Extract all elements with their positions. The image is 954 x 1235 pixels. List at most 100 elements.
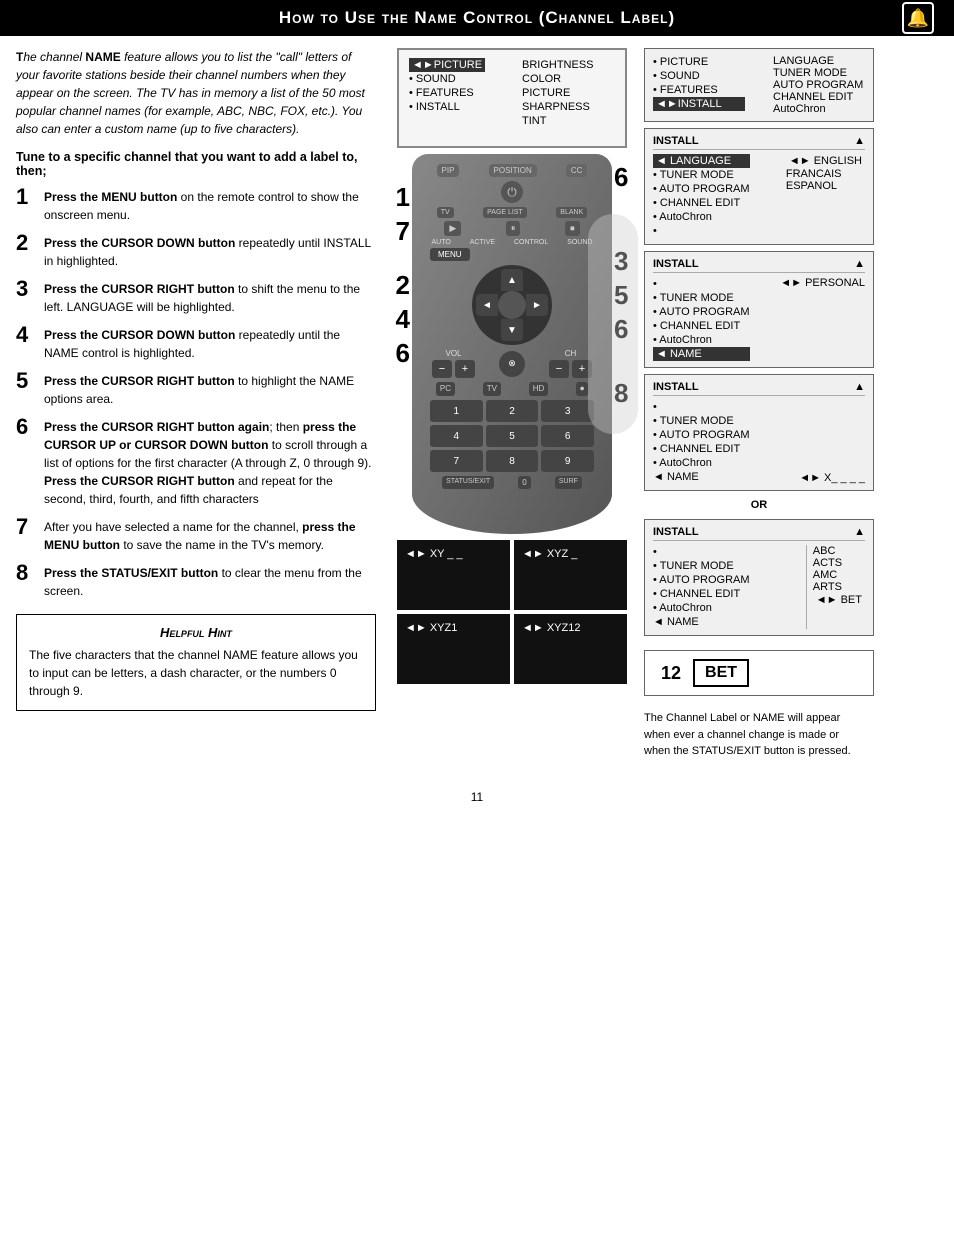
install-title-2: INSTALL ▲ <box>653 258 865 273</box>
install2-name: ◄ NAME <box>653 347 750 361</box>
panel-xyz12-text: ◄► XYZ12 <box>522 622 580 634</box>
install3-x: ◄► X_ _ _ _ <box>799 472 865 484</box>
page-number: 11 <box>0 782 954 812</box>
install2-autochron: • AutoChron <box>653 333 750 347</box>
step-text-6: Press the CURSOR RIGHT button again; the… <box>44 418 376 508</box>
remote-blank-btn[interactable]: BLANK <box>556 207 587 218</box>
step-6: 6 Press the CURSOR RIGHT button again; t… <box>16 418 376 508</box>
step-num-1: 1 <box>16 186 36 208</box>
remote-stop-btn[interactable]: ⏹ <box>565 221 580 236</box>
install-screen-1: INSTALL ▲ ◄ LANGUAGE • TUNER MODE • AUTO… <box>644 128 874 245</box>
step-num-8: 8 <box>16 562 36 584</box>
install4-name: ◄ NAME <box>653 615 750 629</box>
channel-label-display: 12 BET <box>644 650 874 696</box>
ms2-language: LANGUAGE <box>773 55 865 67</box>
remote-auto-btn[interactable]: AUTO <box>431 239 450 246</box>
install4-acts: ACTS <box>813 557 865 569</box>
vol-label: VOL <box>445 349 461 358</box>
install2-tuner: • TUNER MODE <box>653 291 750 305</box>
remote-dpad-center[interactable] <box>498 291 526 319</box>
header-icon: 🔔 <box>902 2 934 34</box>
remote-hd-btn[interactable]: HD <box>529 382 549 396</box>
ms2-install: ◄►INSTALL <box>653 97 745 111</box>
step-7: 7 After you have selected a name for the… <box>16 518 376 554</box>
remote-pause-btn[interactable]: ⏸ <box>506 221 521 236</box>
remote-btn-6[interactable]: 6 <box>541 425 594 447</box>
remote-pc-btn[interactable]: PC <box>436 382 455 396</box>
remote-btn-0[interactable]: 0 <box>518 476 530 489</box>
step-text-3: Press the CURSOR RIGHT button to shift t… <box>44 280 376 316</box>
remote-tv-src-btn[interactable]: TV <box>483 382 501 396</box>
vol-down-btn[interactable]: − <box>432 360 452 378</box>
remote-dpad-right[interactable]: ► <box>526 294 548 316</box>
vol-up-btn[interactable]: + <box>455 360 475 378</box>
remote-play-btn[interactable]: ▶ <box>444 221 461 236</box>
step-4: 4 Press the CURSOR DOWN button repeatedl… <box>16 326 376 362</box>
ch-down-btn[interactable]: − <box>549 360 569 378</box>
page: How to Use the Name Control (Channel Lab… <box>0 0 954 1235</box>
install3-tuner: • TUNER MODE <box>653 414 750 428</box>
tv-screen-1: ◄►PICTURE • SOUND • FEATURES • INSTALL B… <box>397 48 627 148</box>
remote-menu-btn[interactable]: MENU <box>430 248 470 261</box>
install2-dot: • <box>653 277 750 291</box>
remote-dpad: ▲ ▼ ◄ ► <box>472 265 552 345</box>
remote-control-lbl: CONTROL <box>514 239 548 246</box>
install2-personal: ◄► PERSONAL <box>780 277 865 289</box>
install3-auto: • AUTO PROGRAM <box>653 428 750 442</box>
install3-channel: • CHANNEL EDIT <box>653 442 750 456</box>
remote-dpad-up[interactable]: ▲ <box>501 269 523 291</box>
install4-arts: ARTS <box>813 581 865 593</box>
gray-shaded-decoration <box>588 214 638 434</box>
menu-install: • INSTALL <box>409 100 502 114</box>
ms2-auto: AUTO PROGRAM <box>773 79 865 91</box>
remote-btn-4[interactable]: 4 <box>430 425 483 447</box>
step-text-4: Press the CURSOR DOWN button repeatedly … <box>44 326 376 362</box>
step-text-8: Press the STATUS/EXIT button to clear th… <box>44 564 376 600</box>
far-right-column: • PICTURE • SOUND • FEATURES ◄►INSTALL L… <box>644 48 874 760</box>
step-5: 5 Press the CURSOR RIGHT button to highl… <box>16 372 376 408</box>
panel-xy: ◄► XY _ _ <box>397 540 510 610</box>
page-title: How to Use the Name Control (Channel Lab… <box>279 8 675 28</box>
remote-btn-8[interactable]: 8 <box>486 450 539 472</box>
remote-record-btn[interactable]: ⏺ <box>576 382 588 396</box>
remote-power-btn[interactable]: ⏻ <box>501 181 523 203</box>
left-column: The channel NAME feature allows you to l… <box>16 48 376 760</box>
step-num-left-4: 4 <box>396 306 410 332</box>
step-num-right-6: 6 <box>614 164 628 190</box>
remote-btn-9[interactable]: 9 <box>541 450 594 472</box>
center-column: ◄►PICTURE • SOUND • FEATURES • INSTALL B… <box>392 48 632 760</box>
remote-cc-btn[interactable]: CC <box>566 164 588 177</box>
remote-position-btn[interactable]: POSITION <box>489 164 537 177</box>
step-num-6: 6 <box>16 416 36 438</box>
remote-status-btn[interactable]: STATUS/EXIT <box>442 476 494 489</box>
hint-box: Helpful Hint The five characters that th… <box>16 614 376 711</box>
remote-tv-btn[interactable]: TV <box>437 207 454 218</box>
panel-xyz-text: ◄► XYZ _ <box>522 548 577 560</box>
menu-color: COLOR <box>522 72 615 86</box>
remote-pip-btn[interactable]: PIP <box>437 164 460 177</box>
step-text-1: Press the MENU button on the remote cont… <box>44 188 376 224</box>
step-num-4: 4 <box>16 324 36 346</box>
remote-btn-5[interactable]: 5 <box>486 425 539 447</box>
remote-active-btn[interactable]: ACTIVE <box>470 239 495 246</box>
remote-btn-7[interactable]: 7 <box>430 450 483 472</box>
remote-btn-1[interactable]: 1 <box>430 400 483 422</box>
remote-surf-btn[interactable]: SURF <box>555 476 582 489</box>
remote-dpad-down[interactable]: ▼ <box>501 319 523 341</box>
remote-btn-2[interactable]: 2 <box>486 400 539 422</box>
install3-name: ◄ NAME <box>653 470 750 484</box>
channel-number: 12 <box>661 663 681 684</box>
remote-pagelist-btn[interactable]: PAGE LIST <box>483 207 527 218</box>
install-title-4: INSTALL ▲ <box>653 526 865 541</box>
install-screen-2: INSTALL ▲ • • TUNER MODE • AUTO PROGRAM … <box>644 251 874 368</box>
remote-dpad-left[interactable]: ◄ <box>476 294 498 316</box>
panel-xyz1-text: ◄► XYZ1 <box>405 622 457 634</box>
ms2-sound: • SOUND <box>653 69 745 83</box>
menu-picture: ◄►PICTURE <box>409 58 485 72</box>
remote-control: PIP POSITION CC ⏻ TV PAGE LIST <box>412 154 612 534</box>
remote-mute-btn[interactable]: ⊗ <box>499 351 525 377</box>
remote-btn-3[interactable]: 3 <box>541 400 594 422</box>
step-text-7: After you have selected a name for the c… <box>44 518 376 554</box>
step-num-5: 5 <box>16 370 36 392</box>
step-3: 3 Press the CURSOR RIGHT button to shift… <box>16 280 376 316</box>
